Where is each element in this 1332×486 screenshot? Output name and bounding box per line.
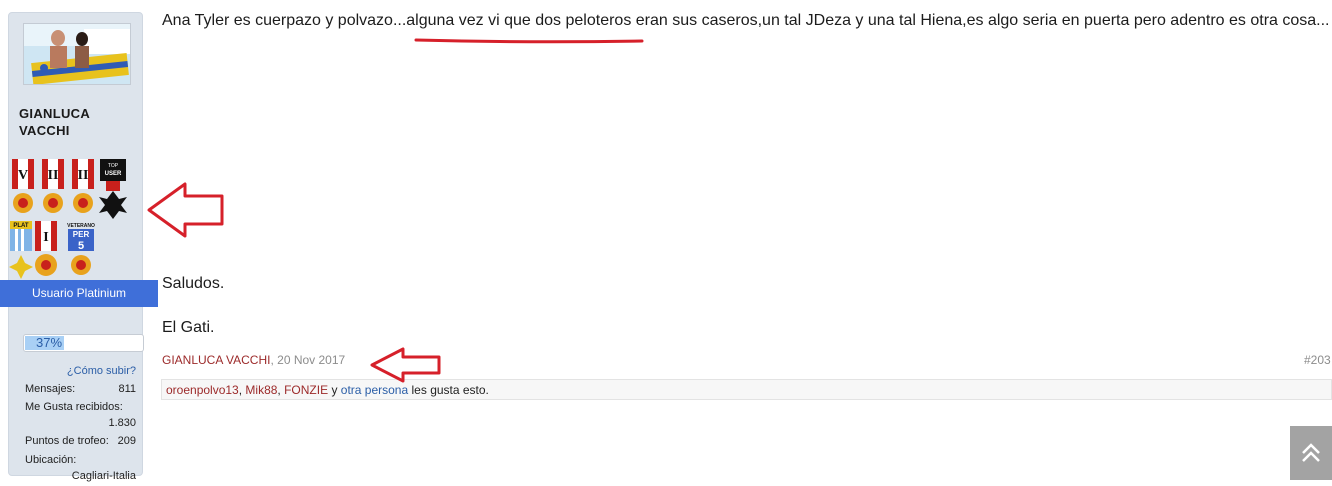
rank-banner: Usuario Platinium [0, 280, 158, 307]
how-to-level-up-link[interactable]: ¿Cómo subir? [67, 365, 136, 377]
trophy-medals: V II II TOP USER PLAT I VETERANO PER 5 [9, 159, 127, 279]
username[interactable]: GIANLUCA VACCHI [19, 105, 129, 139]
user-sidebar: GIANLUCA VACCHI V II II TOP USER PLAT I … [8, 12, 144, 482]
arrow-left-icon [370, 347, 441, 383]
svg-text:II: II [48, 168, 59, 183]
medal-icon: II [42, 159, 64, 213]
post-meta: GIANLUCA VACCHI, 20 Nov 2017 [162, 353, 345, 367]
medal-icon: I [35, 221, 57, 276]
likes-connector: y [331, 383, 338, 397]
scroll-to-top-button[interactable] [1290, 426, 1332, 480]
svg-text:II: II [78, 168, 89, 183]
post-date[interactable]: 20 Nov 2017 [277, 353, 345, 367]
svg-text:5: 5 [78, 240, 84, 252]
svg-text:USER: USER [105, 171, 122, 177]
svg-text:TOP: TOP [108, 163, 119, 169]
like-user-link[interactable]: oroenpolvo13 [166, 383, 239, 397]
stat-value: Cagliari-Italia [71, 470, 136, 482]
medal-icon: VETERANO PER 5 [67, 223, 95, 275]
post-greeting: Saludos. [162, 275, 225, 292]
double-chevron-up-icon [1302, 443, 1320, 462]
like-user-link[interactable]: FONZIE [284, 383, 328, 397]
like-user-link[interactable]: Mik88 [245, 383, 277, 397]
svg-text:PER: PER [73, 230, 90, 239]
svg-text:VETERANO: VETERANO [67, 223, 95, 229]
arrow-left-icon [147, 182, 224, 238]
level-progress-bar: 37% [23, 334, 144, 352]
stat-value[interactable]: 209 [118, 435, 136, 447]
post-body: Ana Tyler es cuerpazo y polvazo...alguna… [162, 12, 1330, 29]
progress-text: 37% [36, 335, 63, 350]
stat-label: Puntos de trofeo: [25, 435, 109, 447]
medal-icon: PLAT [9, 221, 33, 279]
annotation-overlay [147, 38, 644, 383]
post-signature: El Gati. [162, 319, 215, 336]
avatar[interactable] [23, 23, 131, 85]
svg-text:I: I [43, 230, 48, 245]
avatar-image [24, 24, 130, 84]
stat-value: 1.830 [108, 417, 136, 429]
post-author-link[interactable]: GIANLUCA VACCHI [162, 353, 270, 367]
post-number-link[interactable]: #203 [1304, 353, 1332, 367]
stat-label: Mensajes: [25, 383, 76, 395]
underline-annotation [414, 38, 644, 44]
svg-text:V: V [18, 168, 28, 183]
svg-text:PLAT: PLAT [13, 223, 29, 229]
likes-suffix: les gusta esto. [411, 383, 489, 397]
likes-summary: oroenpolvo13, Mik88, FONZIE y otra perso… [161, 379, 1332, 400]
medal-icon: II [72, 159, 94, 213]
stat-label: Me Gusta recibidos: [25, 401, 123, 413]
stat-label: Ubicación: [25, 454, 77, 466]
other-likers-link[interactable]: otra persona [341, 383, 408, 397]
medal-icon: V [12, 159, 34, 213]
stat-value[interactable]: 811 [118, 383, 136, 395]
medal-icon: TOP USER [99, 159, 127, 219]
